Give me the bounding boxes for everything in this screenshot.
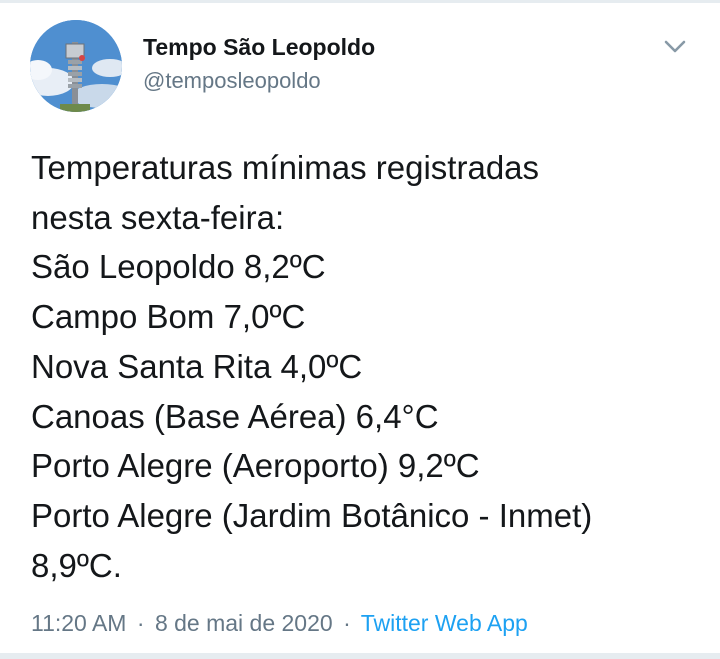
author-display-name[interactable]: Tempo São Leopoldo	[143, 34, 375, 61]
tweet-line: 8,9ºC.	[31, 546, 122, 584]
tweet-line: Porto Alegre (Aeroporto) 9,2ºC	[31, 447, 480, 485]
profile-avatar[interactable]	[30, 20, 122, 112]
tweet-line: Porto Alegre (Jardim Botânico - Inmet)	[31, 496, 593, 534]
tweet-time[interactable]: 11:20 AM	[31, 610, 126, 636]
meta-separator: ·	[343, 610, 351, 636]
tweet-line: Canoas (Base Aérea) 6,4°C	[31, 397, 439, 435]
tweet-source-link[interactable]: Twitter Web App	[361, 610, 528, 636]
tweet-card: Tempo São Leopoldo @temposleopoldo Tempe…	[0, 0, 720, 659]
tweet-date[interactable]: 8 de mai de 2020	[155, 610, 333, 636]
tweet-text: Temperaturas mínimas registradas nesta s…	[31, 143, 701, 590]
tweet-line: São Leopoldo 8,2ºC	[31, 248, 326, 286]
chevron-down-icon[interactable]	[660, 34, 690, 60]
meta-separator: ·	[136, 610, 145, 636]
bottom-divider	[0, 653, 720, 659]
tweet-line: Campo Bom 7,0ºC	[31, 298, 306, 336]
tweet-metadata: 11:20 AM · 8 de mai de 2020 · Twitter We…	[31, 610, 528, 637]
tweet-line: nesta sexta-feira:	[31, 198, 285, 236]
author-handle[interactable]: @temposleopoldo	[143, 68, 321, 94]
tweet-line: Temperaturas mínimas registradas	[31, 149, 540, 186]
tweet-line: Nova Santa Rita 4,0ºC	[31, 347, 363, 385]
weather-station-avatar	[30, 20, 122, 112]
